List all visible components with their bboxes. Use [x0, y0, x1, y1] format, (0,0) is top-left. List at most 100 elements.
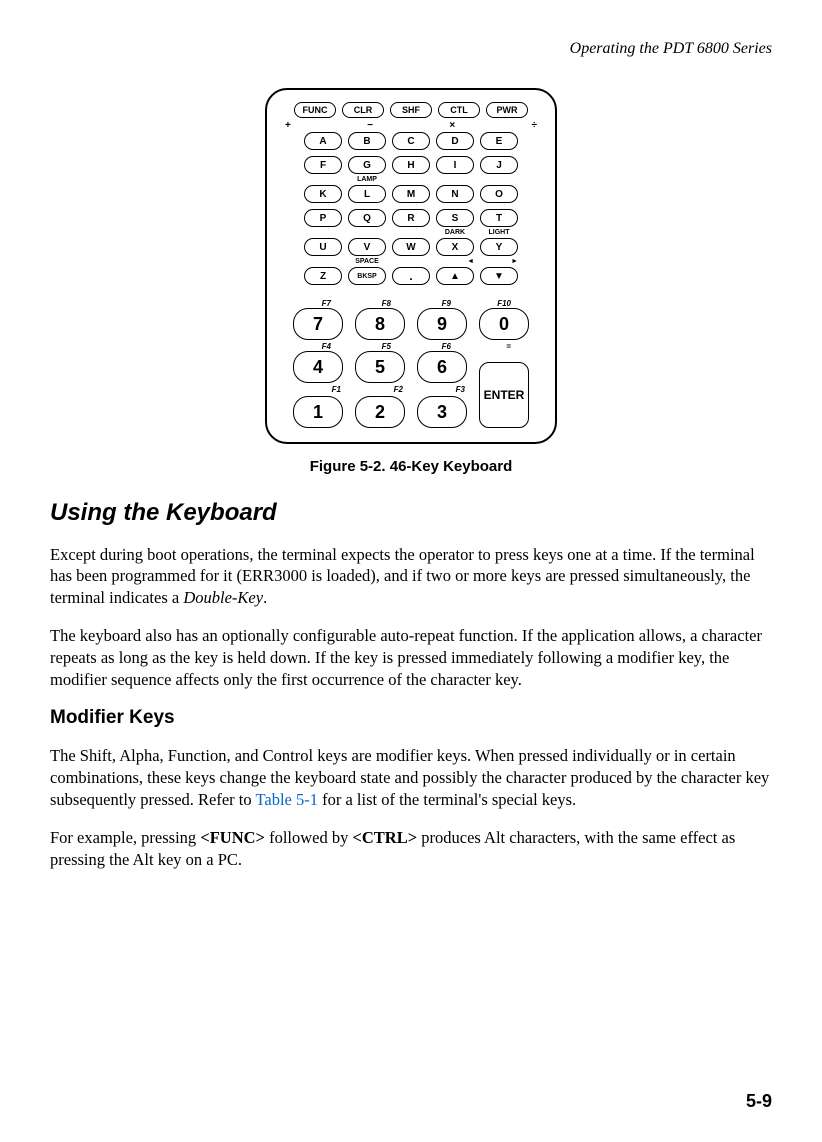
up-arrow-key: ▲	[436, 267, 474, 285]
key-f: F	[304, 156, 342, 174]
ctl-key: CTL	[438, 102, 480, 118]
times-label: ×	[449, 120, 455, 132]
mod-p1-b: for a list of the terminal's special key…	[318, 790, 576, 809]
func-key-text: <FUNC>	[200, 828, 265, 847]
minus-label: −	[367, 120, 373, 132]
numeric-keypad: F7 F8 F9 F10 7 8 9 0 F4 F5 F6 =	[281, 299, 541, 428]
key-k: K	[304, 185, 342, 203]
f4-label: F4	[283, 342, 331, 351]
key-h: H	[392, 156, 430, 174]
symbol-labels: + − × ÷	[281, 120, 541, 132]
using-keyboard-p1: Except during boot operations, the termi…	[50, 544, 772, 609]
dark-label: DARK	[436, 229, 474, 238]
f1-label: F1	[293, 385, 341, 394]
letter-row-1: A B C D E	[281, 132, 541, 150]
key-w: W	[392, 238, 430, 256]
lamp-label: LAMP	[348, 176, 386, 185]
page-number: 5-9	[746, 1091, 772, 1112]
key-s: S	[436, 209, 474, 227]
func-key: FUNC	[294, 102, 336, 118]
lamp-label-row: LAMP	[281, 176, 541, 185]
row-6: Z BKSP . ▲ ▼	[281, 267, 541, 285]
modifier-keys-heading: Modifier Keys	[50, 707, 772, 729]
figure-caption: Figure 5-2. 46-Key Keyboard	[50, 458, 772, 475]
modifier-keys-p2: For example, pressing <FUNC> followed by…	[50, 827, 772, 871]
key-0: 0	[479, 308, 529, 340]
keyboard-figure: FUNC CLR SHF CTL PWR + − × ÷ A B C D E	[50, 88, 772, 475]
plus-label: +	[285, 120, 291, 132]
table-5-1-link[interactable]: Table 5-1	[255, 790, 318, 809]
key-b: B	[348, 132, 386, 150]
letter-row-2: F G H I J	[281, 156, 541, 174]
key-c: C	[392, 132, 430, 150]
key-x: X	[436, 238, 474, 256]
key-g: G	[348, 156, 386, 174]
f2-label: F2	[355, 385, 403, 394]
divide-label: ÷	[531, 120, 537, 132]
equals-label: =	[463, 342, 511, 351]
key-4: 4	[293, 351, 343, 383]
key-o: O	[480, 185, 518, 203]
flabel-row-1: F7 F8 F9 F10	[281, 299, 541, 308]
mod-p2-b: followed by	[265, 828, 353, 847]
f5-label: F5	[343, 342, 391, 351]
pwr-key: PWR	[486, 102, 528, 118]
key-p: P	[304, 209, 342, 227]
using-keyboard-p2: The keyboard also has an optionally conf…	[50, 625, 772, 690]
key-n: N	[436, 185, 474, 203]
letter-row-4: P Q R S T	[281, 209, 541, 227]
space-label-row: SPACE ◄ ►	[281, 258, 541, 267]
f9-label: F9	[403, 299, 451, 308]
key-t: T	[480, 209, 518, 227]
dark-light-label-row: DARK LIGHT	[281, 229, 541, 238]
using-keyboard-heading: Using the Keyboard	[50, 499, 772, 527]
running-header: Operating the PDT 6800 Series	[50, 40, 772, 58]
key-i: I	[436, 156, 474, 174]
key-6: 6	[417, 351, 467, 383]
key-a: A	[304, 132, 342, 150]
f10-label: F10	[463, 299, 511, 308]
key-y: Y	[480, 238, 518, 256]
f3-label: F3	[417, 385, 465, 394]
mod-p2-a: For example, pressing	[50, 828, 200, 847]
modifier-keys-p1: The Shift, Alpha, Function, and Control …	[50, 745, 772, 810]
key-7: 7	[293, 308, 343, 340]
letter-row-3: K L M N O	[281, 185, 541, 203]
key-q: Q	[348, 209, 386, 227]
p1-text-a: Except during boot operations, the termi…	[50, 545, 755, 608]
p1-text-b: .	[263, 588, 267, 607]
key-v: V	[348, 238, 386, 256]
f8-label: F8	[343, 299, 391, 308]
key-e: E	[480, 132, 518, 150]
key-z: Z	[304, 267, 342, 285]
clr-key: CLR	[342, 102, 384, 118]
key-u: U	[304, 238, 342, 256]
f7-label: F7	[283, 299, 331, 308]
key-l: L	[348, 185, 386, 203]
keypad-outline: FUNC CLR SHF CTL PWR + − × ÷ A B C D E	[265, 88, 557, 444]
num-grid: 4 F1 1 5 F2 2 6 F3 3 ENTER	[281, 351, 541, 428]
dot-key: .	[392, 267, 430, 285]
key-8: 8	[355, 308, 405, 340]
flabel-row-2: F4 F5 F6 =	[281, 342, 541, 351]
key-m: M	[392, 185, 430, 203]
down-arrow-key: ▼	[480, 267, 518, 285]
letter-row-5: U V W X Y	[281, 238, 541, 256]
double-key-em: Double-Key	[183, 588, 263, 607]
key-r: R	[392, 209, 430, 227]
key-3: 3	[417, 396, 467, 428]
key-5: 5	[355, 351, 405, 383]
ctrl-key-text: <CTRL>	[352, 828, 417, 847]
shf-key: SHF	[390, 102, 432, 118]
key-j: J	[480, 156, 518, 174]
bksp-key: BKSP	[348, 267, 386, 285]
enter-key: ENTER	[479, 362, 529, 428]
num-row-1: 7 8 9 0	[281, 308, 541, 340]
key-2: 2	[355, 396, 405, 428]
f6-label: F6	[403, 342, 451, 351]
key-9: 9	[417, 308, 467, 340]
top-function-row: FUNC CLR SHF CTL PWR	[281, 102, 541, 118]
key-d: D	[436, 132, 474, 150]
light-label: LIGHT	[480, 229, 518, 238]
space-label: SPACE	[348, 258, 386, 267]
